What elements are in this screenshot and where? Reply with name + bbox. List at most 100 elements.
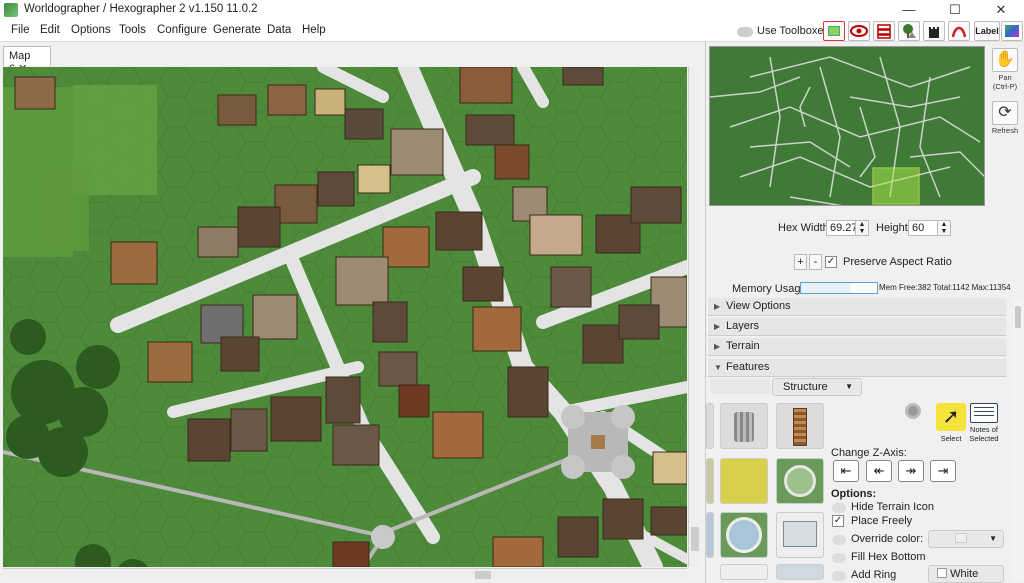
add-ring-label: Add Ring bbox=[851, 569, 897, 581]
palette-icon[interactable] bbox=[1001, 21, 1023, 41]
options-label: Options: bbox=[831, 488, 877, 500]
pan-label: Pan bbox=[998, 73, 1012, 82]
hex-height-value: 60 bbox=[912, 222, 925, 234]
use-toolboxes-toggle[interactable] bbox=[737, 27, 753, 37]
feature-tile-partial-row[interactable] bbox=[776, 564, 824, 580]
settings-gear-icon[interactable] bbox=[905, 403, 921, 419]
map-hscroll-thumb[interactable] bbox=[475, 571, 491, 579]
section-layers[interactable]: ▶ Layers bbox=[708, 318, 1006, 336]
color-swatch bbox=[955, 533, 967, 543]
hex-height-stepper[interactable]: ▲ ▼ bbox=[937, 220, 951, 236]
maximize-button[interactable]: ☐ bbox=[932, 0, 978, 20]
hex-width-stepper[interactable]: ▲ ▼ bbox=[855, 220, 869, 236]
map-vscroll-thumb[interactable] bbox=[691, 527, 699, 551]
feature-tile-fountain[interactable] bbox=[776, 458, 824, 504]
menu-options[interactable]: Options bbox=[71, 24, 111, 36]
fill-hex-bottom-label: Fill Hex Bottom bbox=[851, 551, 926, 563]
chevron-right-icon: ▶ bbox=[714, 302, 721, 311]
hex-width-label: Hex Width: bbox=[778, 222, 832, 234]
place-freely-label: Place Freely bbox=[851, 515, 913, 527]
castle-icon[interactable] bbox=[923, 21, 945, 41]
menu-edit[interactable]: Edit bbox=[40, 24, 60, 36]
zoom-out-button[interactable]: - bbox=[809, 254, 822, 270]
panel-scrollbar[interactable] bbox=[1013, 298, 1023, 582]
hex-height-field[interactable]: 60 ▲ ▼ bbox=[908, 220, 951, 236]
memory-stats: Mem Free:382 Total:1142 Max:11354 bbox=[879, 283, 1011, 292]
section-label: View Options bbox=[726, 300, 791, 312]
tab-map-6[interactable]: Map 6✕ bbox=[3, 46, 51, 75]
ring-color-value: White bbox=[950, 568, 979, 580]
z-send-backward-icon[interactable]: ↠ bbox=[898, 460, 924, 482]
notes-icon[interactable] bbox=[970, 403, 998, 423]
tree-icon[interactable] bbox=[898, 21, 920, 41]
menu-file[interactable]: File bbox=[11, 24, 30, 36]
add-ring-toggle[interactable] bbox=[832, 571, 846, 581]
menu-configure[interactable]: Configure bbox=[157, 24, 207, 36]
preserve-aspect-checkbox[interactable]: ✓ bbox=[825, 256, 837, 268]
feature-tile-partial[interactable] bbox=[706, 403, 714, 449]
feature-search-field[interactable] bbox=[710, 378, 770, 394]
menu-tools[interactable]: Tools bbox=[119, 24, 146, 36]
map-horizontal-scrollbar[interactable] bbox=[3, 568, 687, 580]
feature-tile-bridge[interactable] bbox=[776, 403, 824, 449]
label-tool-button[interactable]: Label bbox=[974, 21, 1000, 41]
feature-tile-stall[interactable] bbox=[776, 512, 824, 558]
feature-tile-well[interactable] bbox=[720, 403, 768, 449]
hex-height-label: Height: bbox=[876, 222, 911, 234]
ring-color-swatch bbox=[937, 568, 947, 578]
chevron-down-icon: ▼ bbox=[714, 363, 722, 372]
terrain-toolbox-icon[interactable] bbox=[823, 21, 845, 41]
map-vertical-scrollbar[interactable] bbox=[688, 67, 700, 567]
pan-button[interactable]: ✋ Pan (Ctrl-P) bbox=[990, 48, 1020, 91]
hide-terrain-icon-toggle[interactable] bbox=[832, 503, 846, 513]
feature-tile-partial[interactable] bbox=[706, 512, 714, 558]
feature-category-select[interactable]: Structure ▼ bbox=[772, 378, 862, 396]
change-z-axis-label: Change Z-Axis: bbox=[831, 447, 907, 459]
map-canvas[interactable] bbox=[3, 67, 687, 567]
zoom-in-button[interactable]: + bbox=[794, 254, 807, 270]
section-terrain[interactable]: ▶ Terrain bbox=[708, 338, 1006, 356]
menu-data[interactable]: Data bbox=[267, 24, 291, 36]
section-view-options[interactable]: ▶ View Options bbox=[708, 298, 1006, 316]
override-color-picker[interactable]: ▼ bbox=[928, 530, 1004, 548]
place-freely-checkbox[interactable]: ✓ bbox=[832, 515, 844, 527]
override-color-toggle[interactable] bbox=[832, 535, 846, 545]
ring-color-select[interactable]: White bbox=[928, 565, 1004, 583]
feature-category-value: Structure bbox=[783, 381, 828, 393]
feature-tile-field[interactable] bbox=[720, 458, 768, 504]
eye-icon[interactable] bbox=[848, 21, 870, 41]
feature-tile-partial-row[interactable] bbox=[720, 564, 768, 580]
select-label: Select bbox=[940, 434, 962, 443]
hex-width-value: 69.27 bbox=[830, 222, 858, 234]
menu-help[interactable]: Help bbox=[302, 24, 326, 36]
refresh-label: Refresh bbox=[991, 126, 1019, 135]
z-bring-forward-icon[interactable]: ↞ bbox=[866, 460, 892, 482]
path-tool-icon[interactable] bbox=[948, 21, 970, 41]
z-send-to-back-icon[interactable]: ⇥ bbox=[930, 460, 956, 482]
title-bar: Worldographer / Hexographer 2 v1.150 11.… bbox=[0, 0, 1024, 20]
app-icon bbox=[4, 3, 18, 17]
hex-width-field[interactable]: 69.27 ▲ ▼ bbox=[826, 220, 869, 236]
refresh-button[interactable]: ⟳ Refresh bbox=[990, 101, 1020, 135]
z-bring-to-front-icon[interactable]: ⇤ bbox=[833, 460, 859, 482]
memory-usage-label: Memory Usage: bbox=[732, 283, 810, 295]
minimize-button[interactable]: — bbox=[886, 0, 932, 20]
fill-hex-bottom-toggle[interactable] bbox=[832, 553, 846, 563]
preserve-aspect-label: Preserve Aspect Ratio bbox=[843, 256, 952, 268]
use-toolboxes-label: Use Toolboxes: bbox=[757, 25, 833, 37]
select-pointer-icon[interactable]: ➚ bbox=[936, 403, 966, 431]
window-title: Worldographer / Hexographer 2 v1.150 11.… bbox=[24, 3, 258, 15]
hide-terrain-icon-label: Hide Terrain Icon bbox=[851, 501, 934, 513]
feature-tile-partial[interactable] bbox=[706, 458, 714, 504]
minimap[interactable] bbox=[709, 46, 985, 206]
section-features[interactable]: ▼ Features bbox=[708, 359, 1006, 377]
chevron-right-icon: ▶ bbox=[714, 322, 721, 331]
feature-tile-pavilion[interactable] bbox=[720, 512, 768, 558]
map-artwork bbox=[3, 67, 687, 567]
panel-scroll-thumb[interactable] bbox=[1015, 306, 1021, 328]
layers-icon[interactable] bbox=[873, 21, 895, 41]
close-button[interactable]: ✕ bbox=[978, 0, 1024, 20]
section-label: Terrain bbox=[726, 340, 760, 352]
menu-bar: File Edit Options Tools Configure Genera… bbox=[0, 20, 1024, 42]
menu-generate[interactable]: Generate bbox=[213, 24, 261, 36]
